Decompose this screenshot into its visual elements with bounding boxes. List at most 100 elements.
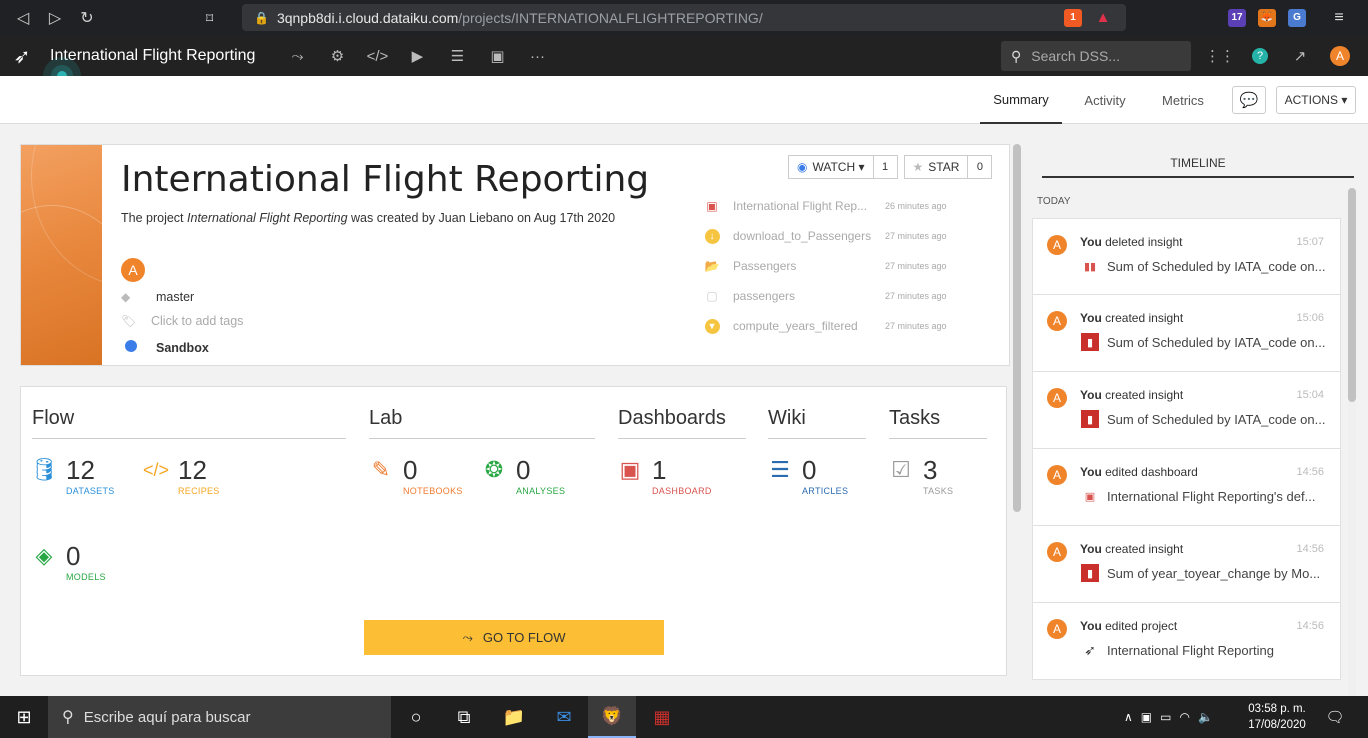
extension-icon[interactable]: 17 [1228, 8, 1246, 27]
main-scrollbar[interactable] [1012, 144, 1022, 696]
jobs-icon[interactable]: ▶ [397, 36, 437, 76]
tab-activity[interactable]: Activity [1072, 76, 1138, 124]
timeline-object[interactable]: ▮▮ Sum of Scheduled by IATA_code on... [1081, 257, 1327, 275]
activity-icon[interactable]: ↗ [1280, 36, 1320, 76]
help-icon[interactable]: ? [1240, 36, 1280, 76]
dss-search-input[interactable]: ⚲ Search DSS... [1001, 41, 1191, 71]
owner-avatar[interactable]: A [121, 258, 145, 282]
timeline-scrollbar-thumb[interactable] [1348, 188, 1356, 402]
timeline-object[interactable]: ➶ International Flight Reporting [1081, 641, 1327, 659]
tray-app-icon[interactable]: ▣ [1141, 710, 1152, 724]
user-avatar[interactable]: A [1320, 36, 1360, 76]
dashboards-icon[interactable]: ▣ [477, 36, 517, 76]
wifi-icon[interactable]: ◠ [1179, 710, 1189, 724]
recent-item[interactable]: 📂 Passengers 27 minutes ago [703, 251, 947, 281]
avatar[interactable]: A [1047, 235, 1067, 255]
brave-browser-icon[interactable]: 🦁 [588, 696, 636, 738]
tasks-stat[interactable]: ☑ 3 TASKS [889, 457, 953, 496]
dashboards-section-title[interactable]: Dashboards [618, 407, 746, 439]
timeline-object[interactable]: ▮ Sum of year_toyear_change by Mo... [1081, 564, 1327, 582]
translate-icon[interactable]: G [1288, 8, 1306, 27]
back-icon[interactable]: ◁ [8, 3, 38, 33]
status-row[interactable]: Sandbox [121, 340, 209, 355]
forward-icon[interactable]: ▷ [40, 3, 70, 33]
tags-row[interactable]: 🏷 Click to add tags [121, 314, 243, 328]
recent-items-list: ▣ International Flight Rep... 26 minutes… [703, 191, 947, 341]
timeline-scrollbar[interactable] [1348, 188, 1356, 696]
chevron-up-icon[interactable]: ∧ [1124, 710, 1133, 724]
dashboard-stat[interactable]: ▣ 1 DASHBOARD [618, 457, 712, 496]
recipes-stat[interactable]: </> 12 RECIPES [143, 457, 220, 496]
more-icon[interactable]: ··· [517, 36, 557, 76]
watch-button[interactable]: ◉ WATCH ▾ [788, 155, 874, 179]
main-scrollbar-thumb[interactable] [1013, 144, 1021, 512]
actions-button[interactable]: ACTIONS ▾ [1276, 86, 1356, 114]
windows-start-icon[interactable]: ⊞ [0, 696, 48, 738]
project-name[interactable]: International Flight Reporting [50, 47, 255, 65]
avatar[interactable]: A [1047, 388, 1067, 408]
timeline-action: You created insight [1080, 311, 1183, 325]
avatar[interactable]: A [1047, 311, 1067, 331]
code-icon[interactable]: </> [357, 36, 397, 76]
wiki-section-title[interactable]: Wiki [768, 407, 866, 439]
articles-stat[interactable]: ☰ 0 ARTICLES [768, 457, 848, 496]
datasets-stat[interactable]: 🛢 12 DATASETS [30, 457, 115, 496]
brave-rewards-icon[interactable]: ▲ [1094, 9, 1112, 27]
dataiku-bird-icon[interactable]: ➶ [0, 36, 44, 76]
timeline-object-name: Sum of Scheduled by IATA_code on... [1107, 258, 1326, 274]
discussions-icon[interactable]: 💬 [1232, 86, 1266, 114]
menu-icon[interactable]: ≡ [1330, 9, 1348, 27]
avatar[interactable]: A [1047, 542, 1067, 562]
task-view-icon[interactable]: ⧉ [440, 696, 488, 738]
timeline-object[interactable]: ▮ Sum of Scheduled by IATA_code on... [1081, 410, 1327, 428]
timeline-header: TIMELINE [1042, 156, 1354, 178]
tab-metrics[interactable]: Metrics [1150, 76, 1216, 124]
timeline-object[interactable]: ▣ International Flight Reporting's def... [1081, 487, 1327, 505]
analyses-stat[interactable]: ❂ 0 ANALYSES [482, 457, 565, 496]
timeline-time: 15:06 [1296, 312, 1324, 324]
flow-section-title[interactable]: Flow [32, 407, 346, 439]
tag-icon: 🏷 [121, 314, 137, 328]
project-thumbnail[interactable] [21, 145, 102, 365]
apps-grid-icon[interactable]: ⋮⋮ [1200, 36, 1240, 76]
recent-item[interactable]: ▣ International Flight Rep... 26 minutes… [703, 191, 946, 221]
winrar-icon[interactable]: ▦ [638, 696, 686, 738]
taskbar-clock[interactable]: 03:58 p. m. 17/08/2020 [1244, 701, 1310, 733]
flow-icon: ⤳ [462, 629, 473, 645]
models-stat[interactable]: ◈ 0 MODELS [32, 543, 106, 582]
wiki-icon[interactable]: ☰ [437, 36, 477, 76]
address-bar[interactable]: 🔒 3qnpb8di.i.cloud.dataiku.com/projects/… [242, 4, 1126, 31]
notifications-icon[interactable]: 🗨 [1322, 696, 1348, 738]
recent-item[interactable]: ▼ compute_years_filtered 27 minutes ago [703, 311, 947, 341]
recent-item[interactable]: ▢ passengers 27 minutes ago [703, 281, 946, 311]
flow-icon[interactable]: ⤳ [277, 36, 317, 76]
volume-icon[interactable]: 🔈 [1198, 710, 1213, 724]
bookmark-icon[interactable]: ⌑ [206, 10, 213, 27]
timeline-object[interactable]: ▮ Sum of Scheduled by IATA_code on... [1081, 333, 1327, 351]
project-icon: ➶ [1084, 641, 1096, 658]
reload-icon[interactable]: ↻ [72, 3, 102, 33]
lab-icon[interactable]: ⚙ [317, 36, 357, 76]
lab-section-title[interactable]: Lab [369, 407, 595, 439]
taskbar-search-input[interactable]: ⚲ Escribe aquí para buscar [48, 696, 391, 738]
recent-item[interactable]: ↓ download_to_Passengers 27 minutes ago [703, 221, 947, 251]
battery-icon[interactable]: ▭ [1160, 710, 1171, 724]
avatar[interactable]: A [1047, 619, 1067, 639]
mail-icon[interactable]: ✉ [540, 696, 588, 738]
tasks-section-title[interactable]: Tasks [889, 407, 987, 439]
file-explorer-icon[interactable]: 📁 [490, 696, 538, 738]
branch-name: master [156, 290, 195, 304]
brave-shield-icon[interactable]: 1 [1064, 8, 1082, 27]
tasks-checkbox-icon: ☑ [891, 457, 911, 482]
notebooks-stat[interactable]: ✎ 0 NOTEBOOKS [369, 457, 463, 496]
metamask-icon[interactable]: 🦊 [1258, 8, 1276, 27]
go-to-flow-button[interactable]: ⤳ GO TO FLOW [364, 620, 664, 655]
timeline-action: You edited dashboard [1080, 465, 1198, 479]
star-button[interactable]: ★ STAR [903, 155, 969, 179]
url-path: /projects/INTERNATIONALFLIGHTREPORTING/ [458, 9, 763, 26]
avatar[interactable]: A [1047, 465, 1067, 485]
desc-project-name: International Flight Reporting [187, 211, 348, 225]
cortana-icon[interactable]: ○ [392, 696, 440, 738]
timeline-object-name: Sum of Scheduled by IATA_code on... [1107, 411, 1326, 427]
tab-summary[interactable]: Summary [980, 76, 1062, 124]
